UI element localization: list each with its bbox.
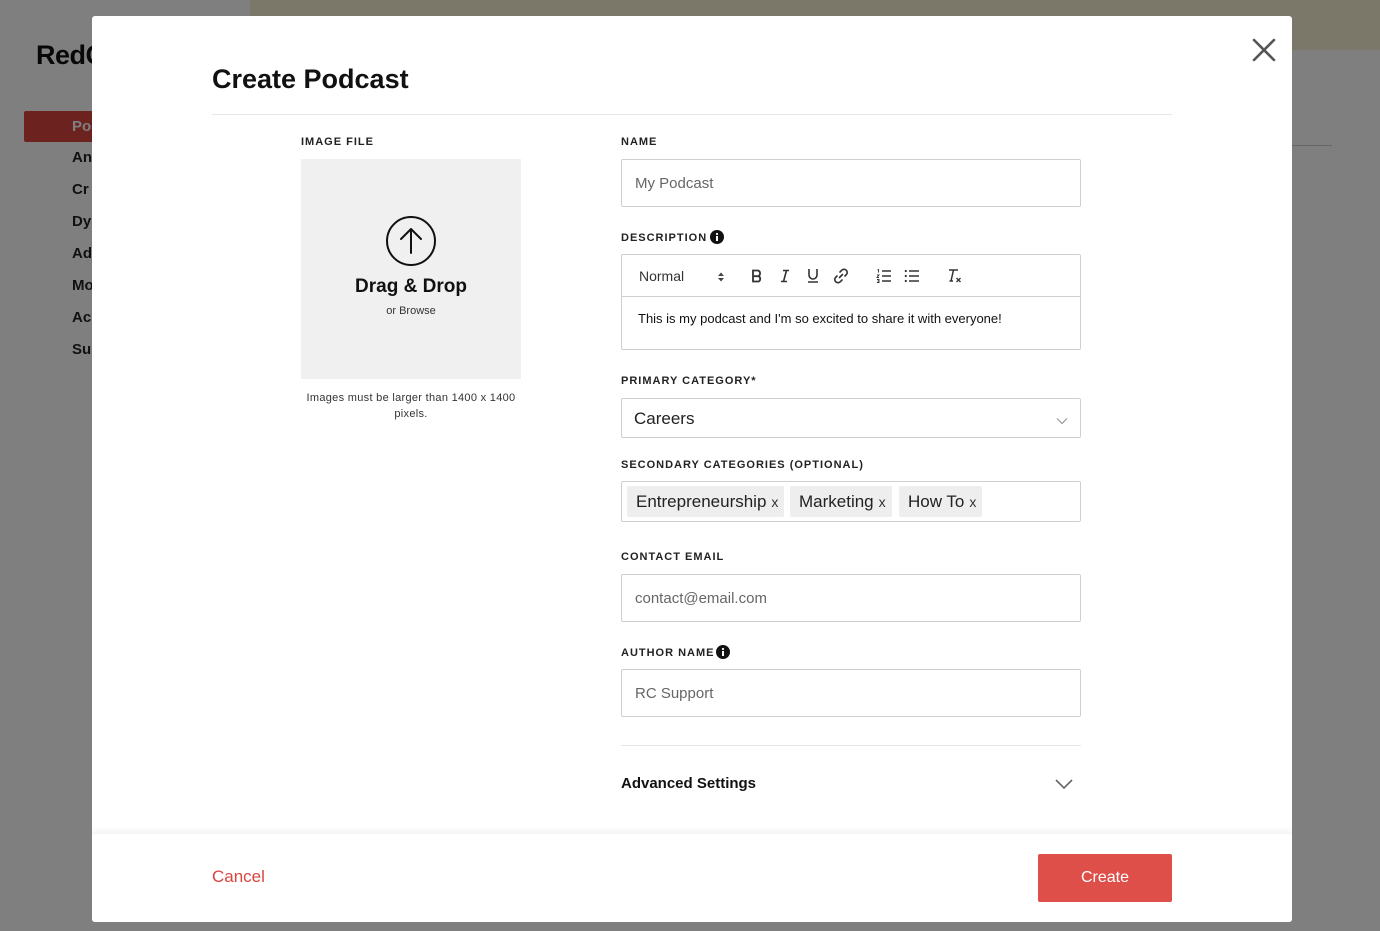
close-icon[interactable] — [1250, 36, 1278, 64]
description-editor: Normal This is my podcast and I'm so exc… — [621, 254, 1081, 350]
category-tag: Entrepreneurship x — [627, 486, 785, 518]
name-input[interactable] — [621, 159, 1081, 207]
description-text[interactable]: This is my podcast and I'm so excited to… — [638, 311, 1002, 326]
format-select-value: Normal — [639, 268, 685, 284]
image-file-label: IMAGE FILE — [301, 136, 374, 148]
browse-link[interactable]: or Browse — [301, 305, 521, 317]
modal-title: Create Podcast — [212, 64, 409, 94]
remove-tag-icon[interactable]: x — [879, 487, 886, 518]
bold-icon[interactable] — [747, 266, 767, 286]
underline-icon[interactable] — [803, 266, 823, 286]
contact-email-label: CONTACT EMAIL — [621, 551, 725, 563]
tag-label: Marketing — [799, 492, 874, 511]
editor-toolbar: Normal — [622, 255, 1080, 297]
select-arrows-icon — [717, 270, 725, 284]
secondary-categories-input[interactable]: Entrepreneurship x Marketing x How To x — [621, 481, 1081, 522]
ordered-list-icon[interactable] — [874, 266, 894, 286]
dropzone-title: Drag & Drop — [355, 276, 467, 297]
secondary-categories-label: SECONDARY CATEGORIES (OPTIONAL) — [621, 459, 864, 471]
info-icon[interactable] — [710, 230, 724, 244]
primary-category-select[interactable]: Careers — [621, 398, 1081, 438]
image-size-note: Images must be larger than 1400 x 1400 p… — [306, 392, 516, 420]
category-tag: How To x — [899, 486, 983, 518]
author-name-label: AUTHOR NAME — [621, 647, 715, 659]
advanced-settings-toggle[interactable]: Advanced Settings — [621, 775, 756, 792]
remove-tag-icon[interactable]: x — [771, 487, 778, 518]
modal-footer: Cancel Create — [92, 834, 1292, 922]
cancel-button[interactable]: Cancel — [212, 867, 265, 887]
primary-category-value: Careers — [634, 409, 695, 428]
title-divider — [212, 114, 1172, 115]
chevron-down-icon — [1056, 413, 1068, 425]
tag-label: How To — [908, 492, 965, 511]
tag-label: Entrepreneurship — [636, 492, 767, 511]
upload-arrow-icon — [385, 215, 437, 267]
chevron-down-icon[interactable] — [1054, 777, 1074, 790]
bullet-list-icon[interactable] — [902, 266, 922, 286]
contact-email-input[interactable] — [621, 574, 1081, 622]
create-button[interactable]: Create — [1038, 854, 1172, 902]
italic-icon[interactable] — [775, 266, 795, 286]
name-label: NAME — [621, 136, 658, 148]
image-dropzone[interactable]: Drag & Drop or Browse — [301, 159, 521, 379]
clear-format-icon[interactable] — [945, 266, 965, 286]
advanced-divider — [621, 745, 1081, 746]
category-tag: Marketing x — [790, 486, 892, 517]
description-label: DESCRIPTION — [621, 232, 708, 244]
info-icon[interactable] — [716, 645, 730, 659]
format-select[interactable]: Normal — [639, 268, 725, 286]
author-name-input[interactable] — [621, 669, 1081, 717]
create-podcast-modal: Create Podcast IMAGE FILE Drag & Drop or… — [92, 16, 1292, 922]
link-icon[interactable] — [831, 266, 851, 286]
primary-category-label: PRIMARY CATEGORY* — [621, 375, 757, 387]
remove-tag-icon[interactable]: x — [969, 487, 976, 518]
